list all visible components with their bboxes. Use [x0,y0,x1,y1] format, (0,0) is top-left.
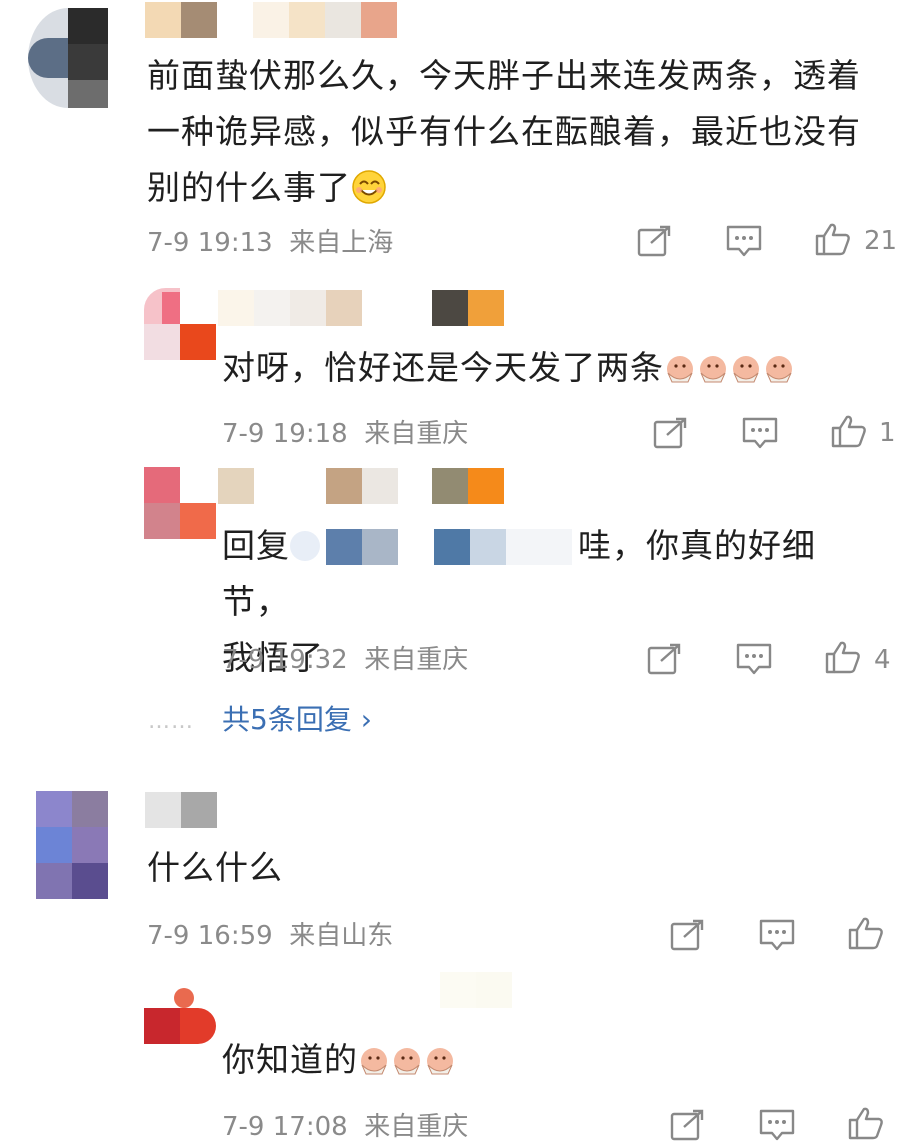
smiling-face-emoji [351,166,387,222]
comment-location: 来自重庆 [364,419,469,449]
share-icon[interactable] [636,224,674,258]
avatar[interactable] [144,467,216,539]
thread-dots: …… [148,709,194,734]
comment-location: 来自重庆 [364,645,469,675]
username[interactable] [218,468,508,504]
thumbs-up-icon[interactable] [814,222,852,256]
comment-time: 7-9 19:32 来自重庆 [222,645,469,675]
mentioned-username[interactable] [290,525,578,565]
username[interactable] [218,290,508,326]
avatar[interactable] [144,988,216,1044]
comment-text: 对呀，恰好还是今天发了两条 [222,340,882,402]
like-count: 1 [879,418,896,448]
avatar[interactable] [144,288,216,360]
comment-icon[interactable] [735,642,773,676]
comment-icon[interactable] [758,918,796,952]
avatar[interactable] [28,8,108,108]
username[interactable] [440,972,512,1008]
share-icon[interactable] [669,918,707,952]
comment-time: 7-9 19:13 来自上海 [147,228,394,258]
thumbs-up-icon[interactable] [824,640,862,674]
username[interactable] [145,792,217,828]
thumbs-up-icon[interactable] [847,916,885,950]
share-icon[interactable] [646,642,684,676]
comment-text: 前面蛰伏那么久，今天胖子出来连发两条，透着一种诡异感，似乎有什么在酝酿着，最近也… [147,48,892,222]
like-count: 21 [864,226,898,256]
cheering-doge-emoji [358,1038,457,1094]
cheering-doge-emoji [664,346,796,402]
comment-icon[interactable] [758,1108,796,1142]
comment-location: 来自重庆 [364,1112,469,1142]
like-count: 4 [874,645,891,675]
comment-text: 什么什么 [147,848,283,887]
comment-location: 来自上海 [289,228,394,258]
comment-location: 来自山东 [289,921,394,951]
share-icon[interactable] [652,416,690,450]
username[interactable] [145,2,405,38]
comment-icon[interactable] [725,224,763,258]
more-replies-link[interactable]: 共5条回复 › [222,702,372,738]
comment-time: 7-9 16:59 来自山东 [147,921,394,951]
comment-time: 7-9 19:18 来自重庆 [222,419,469,449]
avatar[interactable] [36,791,108,899]
comment-time: 7-9 17:08 来自重庆 [222,1112,469,1142]
comment-text: 你知道的 [222,1032,822,1094]
thumbs-up-icon[interactable] [830,414,868,448]
thumbs-up-icon[interactable] [847,1106,885,1140]
chevron-right-icon: › [360,703,372,736]
share-icon[interactable] [669,1108,707,1142]
comment-icon[interactable] [741,416,779,450]
